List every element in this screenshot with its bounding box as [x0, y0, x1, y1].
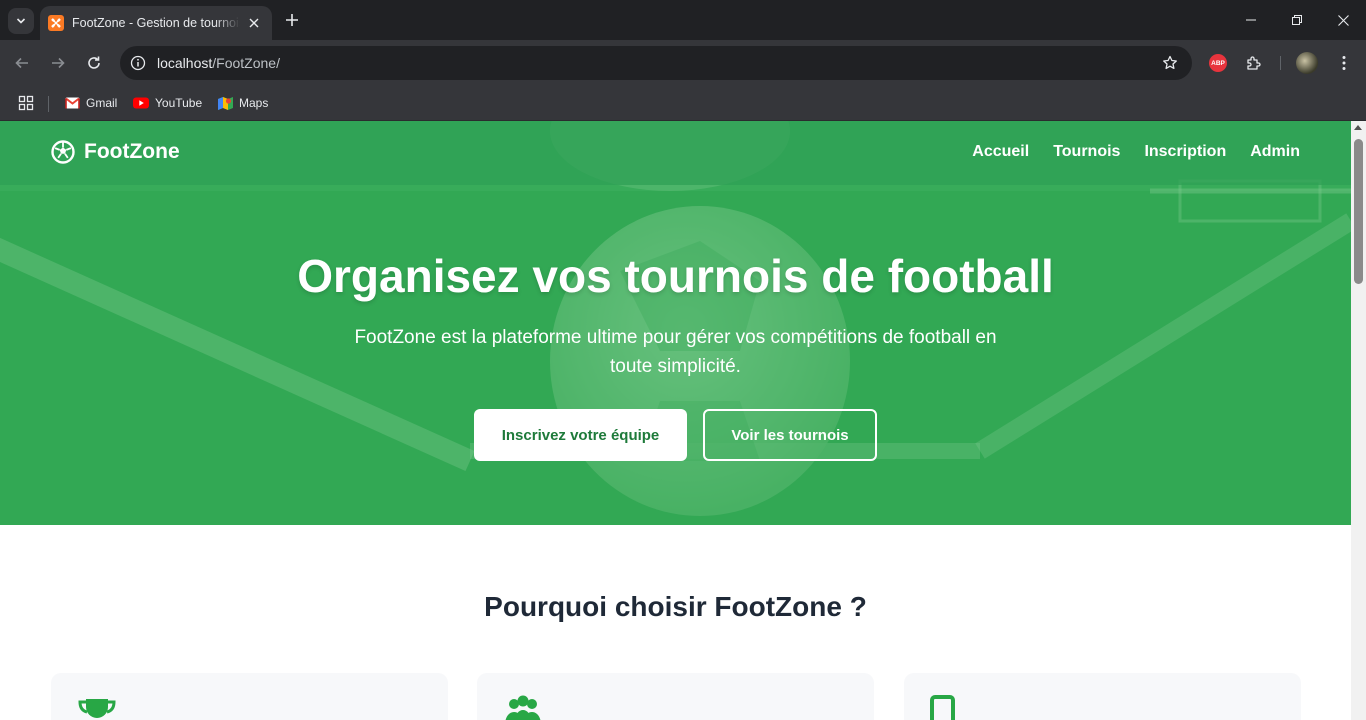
plus-icon — [286, 14, 298, 26]
bookmark-label: Gmail — [86, 96, 118, 110]
restore-button[interactable] — [1274, 0, 1320, 40]
close-icon — [1337, 14, 1349, 26]
youtube-icon — [133, 95, 149, 111]
url-path: /FootZone/ — [212, 55, 280, 71]
hero-subtitle: FootZone est la plateforme ultime pour g… — [354, 327, 997, 377]
apps-grid-icon — [18, 95, 34, 111]
browser-toolbar: localhost/FootZone/ ABP — [0, 40, 1366, 86]
browser-menu-button[interactable] — [1333, 52, 1355, 74]
minimize-icon — [1246, 19, 1256, 21]
bookmark-star-icon[interactable] — [1162, 55, 1178, 71]
site-info-icon[interactable] — [130, 55, 146, 71]
reload-button[interactable] — [82, 51, 106, 75]
bookmark-label: YouTube — [155, 96, 203, 110]
adblock-icon: ABP — [1209, 54, 1227, 72]
back-button[interactable] — [10, 51, 34, 75]
forward-button[interactable] — [46, 51, 70, 75]
feature-card — [904, 673, 1301, 720]
toolbar-divider — [1280, 56, 1281, 70]
users-icon — [505, 695, 541, 720]
nav-link-tournois[interactable]: Tournois — [1053, 143, 1120, 161]
site-navbar: FootZone Accueil Tournois Inscription Ad… — [0, 121, 1351, 185]
profile-button[interactable] — [1296, 52, 1318, 74]
bookmark-maps[interactable]: Maps — [217, 92, 268, 114]
avatar — [1296, 52, 1318, 74]
close-icon[interactable] — [246, 15, 262, 31]
register-team-button[interactable]: Inscrivez votre équipe — [474, 409, 687, 461]
feature-card — [51, 673, 448, 720]
scrollbar-thumb[interactable] — [1354, 139, 1363, 284]
kebab-menu-icon — [1342, 56, 1346, 70]
bookmark-youtube[interactable]: YouTube — [133, 92, 202, 114]
puzzle-icon — [1247, 56, 1261, 70]
adblock-plus-extension[interactable]: ABP — [1207, 52, 1229, 74]
page-viewport: FootZone Accueil Tournois Inscription Ad… — [0, 121, 1351, 720]
trophy-icon — [78, 699, 116, 718]
nav-link-admin[interactable]: Admin — [1250, 143, 1300, 161]
minimize-button[interactable] — [1228, 0, 1274, 40]
url-text: localhost/FootZone/ — [157, 55, 280, 71]
restore-icon — [1292, 15, 1302, 25]
nav-link-inscription[interactable]: Inscription — [1144, 143, 1226, 161]
xampp-favicon-icon — [48, 15, 64, 31]
maps-icon — [217, 95, 233, 111]
url-host: localhost — [157, 55, 213, 71]
mobile-icon — [930, 695, 955, 720]
page-scrollbar[interactable] — [1351, 121, 1366, 720]
reload-icon — [88, 56, 100, 69]
bookmark-gmail[interactable]: Gmail — [64, 92, 117, 114]
bookmark-label: Maps — [239, 96, 269, 110]
gmail-icon — [64, 95, 80, 111]
tab-title: FootZone - Gestion de tournois de footba… — [72, 16, 240, 30]
extensions-button[interactable] — [1243, 52, 1265, 74]
site-logo[interactable]: FootZone — [51, 140, 180, 164]
scroll-up-arrow-icon[interactable] — [1354, 125, 1362, 130]
bookmarks-bar: Gmail YouTube Maps — [0, 86, 1366, 121]
brand-name: FootZone — [84, 140, 180, 163]
apps-button[interactable] — [18, 92, 34, 114]
arrow-left-icon — [15, 57, 28, 69]
browser-tab-active[interactable]: FootZone - Gestion de tournois de footba… — [40, 6, 272, 40]
hero-section: FootZone Accueil Tournois Inscription Ad… — [0, 121, 1351, 525]
bookmarks-divider — [48, 96, 49, 112]
tab-search-button[interactable] — [8, 8, 34, 34]
address-bar[interactable]: localhost/FootZone/ — [120, 46, 1192, 80]
features-title: Pourquoi choisir FootZone ? — [484, 591, 867, 622]
view-tournaments-button[interactable]: Voir les tournois — [703, 409, 877, 461]
nav-link-accueil[interactable]: Accueil — [972, 143, 1029, 161]
browser-tab-strip: FootZone - Gestion de tournois de footba… — [0, 0, 1366, 40]
chevron-down-icon — [16, 18, 26, 24]
feature-card — [477, 673, 874, 720]
arrow-right-icon — [52, 57, 65, 69]
hero-title: Organisez vos tournois de football — [297, 250, 1054, 302]
new-tab-button[interactable] — [282, 10, 302, 30]
soccer-ball-icon — [51, 140, 75, 164]
window-close-button[interactable] — [1320, 0, 1366, 40]
main-nav: Accueil Tournois Inscription Admin — [972, 143, 1300, 161]
